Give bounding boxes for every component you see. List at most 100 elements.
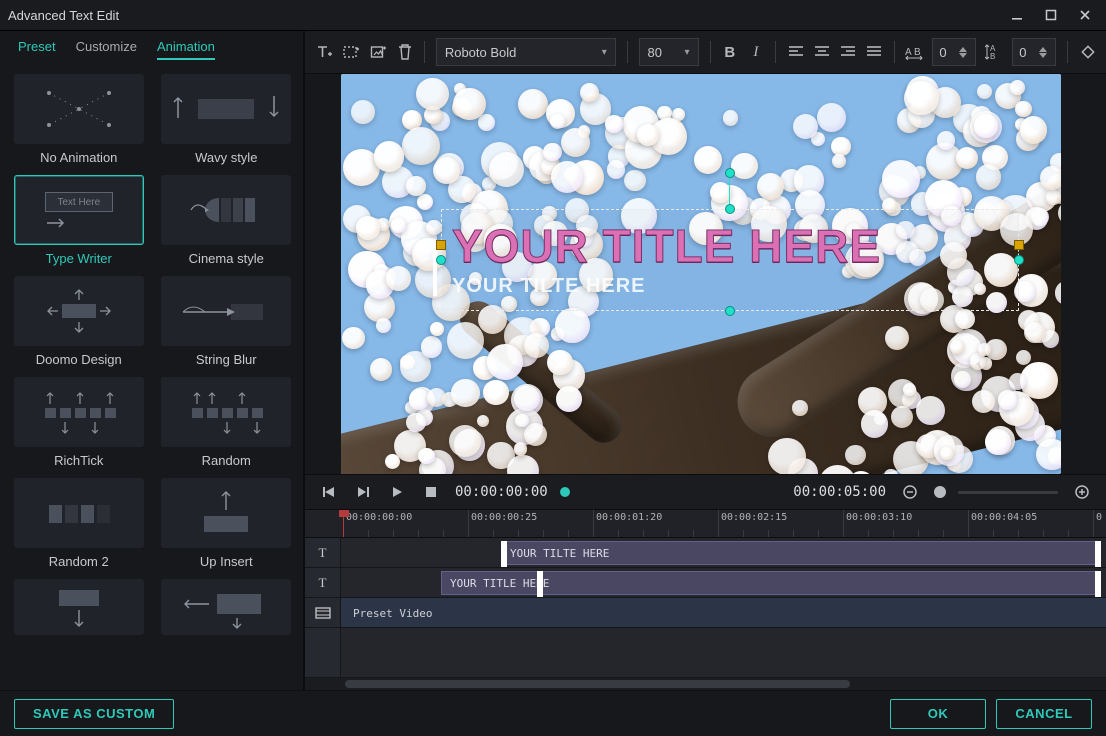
add-textbox-icon[interactable]: [342, 40, 360, 64]
anim-thumb: Text Here: [14, 175, 144, 245]
font-size-select[interactable]: 80 ▾: [639, 38, 699, 66]
align-right-icon[interactable]: [839, 40, 856, 64]
text-toolbar: Roboto Bold ▾ 80 ▾ B I AB 0 AB: [305, 31, 1106, 74]
stepper-icon[interactable]: [1039, 47, 1049, 58]
tracking-value: 0: [939, 45, 946, 60]
font-size-value: 80: [648, 45, 662, 60]
anim-cinema-style[interactable]: Cinema style: [158, 175, 296, 266]
playhead[interactable]: [343, 510, 344, 537]
leading-field[interactable]: 0: [1012, 38, 1056, 66]
title-line-2[interactable]: YOUR TILTE HERE: [452, 275, 1008, 298]
zoom-out-icon[interactable]: [898, 480, 922, 504]
current-time: 00:00:00:00: [455, 484, 548, 500]
anim-thumb: [14, 377, 144, 447]
track-preset-video: Preset Video: [305, 598, 1106, 628]
title-textbox[interactable]: YOUR TITLE HERE YOUR TILTE HERE: [441, 209, 1019, 311]
play-reverse-icon[interactable]: [317, 480, 341, 504]
timeline-scrollbar[interactable]: [305, 678, 1106, 690]
track-type-icon[interactable]: T: [305, 538, 341, 567]
clip-handle-left[interactable]: [501, 541, 507, 567]
delete-icon[interactable]: [396, 40, 413, 64]
cancel-button[interactable]: CANCEL: [996, 699, 1092, 729]
anim-label: RichTick: [54, 453, 103, 468]
anim-label: Up Insert: [200, 554, 253, 569]
track-type-icon[interactable]: T: [305, 568, 341, 597]
animation-grid[interactable]: No Animation Wavy style Text Here: [0, 68, 303, 690]
ok-button[interactable]: OK: [890, 699, 986, 729]
minimize-button[interactable]: [1004, 4, 1030, 26]
align-center-icon[interactable]: [813, 40, 830, 64]
clip-label: Preset Video: [353, 607, 432, 620]
resize-handle-left[interactable]: [436, 255, 446, 265]
anim-richtick[interactable]: RichTick: [10, 377, 148, 468]
anim-thumb: [161, 175, 291, 245]
timeline-ruler[interactable]: 00:00:00:0000:00:00:2500:00:01:2000:00:0…: [305, 510, 1106, 538]
scrollbar-thumb[interactable]: [345, 680, 850, 688]
tracking-field[interactable]: 0: [932, 38, 976, 66]
resize-handle-top[interactable]: [725, 204, 735, 214]
anim-extra-2[interactable]: [158, 579, 296, 635]
clip-handle-right[interactable]: [1095, 571, 1101, 597]
track-type-icon[interactable]: [305, 598, 341, 627]
marker-start-icon[interactable]: [560, 487, 570, 497]
tab-customize[interactable]: Customize: [76, 39, 137, 60]
clip-text-2[interactable]: YOUR TITLE HERE: [441, 571, 1101, 595]
anim-extra-1[interactable]: [10, 579, 148, 635]
anim-thumb: [14, 74, 144, 144]
preview-canvas[interactable]: YOUR TITLE HERE YOUR TILTE HERE: [341, 74, 1061, 474]
clip-preset[interactable]: Preset Video: [343, 602, 442, 624]
save-as-custom-button[interactable]: SAVE AS CUSTOM: [14, 699, 174, 729]
stepper-icon[interactable]: [959, 47, 969, 58]
zoom-slider-handle[interactable]: [934, 486, 946, 498]
anim-wavy-style[interactable]: Wavy style: [158, 74, 296, 165]
resize-handle-right[interactable]: [1014, 255, 1024, 265]
font-family-select[interactable]: Roboto Bold ▾: [436, 38, 616, 66]
rotate-handle[interactable]: [725, 168, 735, 178]
bold-button[interactable]: B: [721, 40, 738, 64]
play-icon[interactable]: [385, 480, 409, 504]
anim-label: Cinema style: [189, 251, 264, 266]
clip-text-1[interactable]: YOUR TILTE HERE: [501, 541, 1101, 565]
svg-text:A: A: [905, 47, 912, 58]
italic-button[interactable]: I: [747, 40, 764, 64]
anim-label: Type Writer: [46, 251, 112, 266]
resize-handle-mid-right[interactable]: [1014, 240, 1024, 250]
anim-thumb: [161, 74, 291, 144]
window-title: Advanced Text Edit: [8, 8, 1004, 23]
play-step-icon[interactable]: [351, 480, 375, 504]
ruler-tick-label: 00:00:04:05: [971, 512, 1037, 523]
clip-handle-left[interactable]: [537, 571, 543, 597]
ruler-tick-label: 00:00:03:10: [846, 512, 912, 523]
anim-thumb: [161, 478, 291, 548]
anim-random[interactable]: Random: [158, 377, 296, 468]
duration-time: 00:00:05:00: [793, 484, 886, 500]
tab-preset[interactable]: Preset: [18, 39, 56, 60]
align-left-icon[interactable]: [787, 40, 804, 64]
title-line-1[interactable]: YOUR TITLE HERE: [452, 223, 1008, 269]
zoom-in-icon[interactable]: [1070, 480, 1094, 504]
anim-string-blur[interactable]: String Blur: [158, 276, 296, 367]
stop-icon[interactable]: [419, 480, 443, 504]
close-button[interactable]: [1072, 4, 1098, 26]
add-shape-icon[interactable]: [369, 40, 387, 64]
anim-thumb: [14, 478, 144, 548]
tab-animation[interactable]: Animation: [157, 39, 215, 60]
anim-random-2[interactable]: Random 2: [10, 478, 148, 569]
anim-type-writer[interactable]: Text Here Type Writer: [10, 175, 148, 266]
clip-label: YOUR TILTE HERE: [510, 547, 609, 560]
anim-label: No Animation: [40, 150, 117, 165]
anim-doomo-design[interactable]: Doomo Design: [10, 276, 148, 367]
font-family-value: Roboto Bold: [445, 45, 517, 60]
resize-handle-mid-left[interactable]: [436, 240, 446, 250]
add-text-icon[interactable]: [315, 40, 333, 64]
anim-thumb: [161, 377, 291, 447]
align-justify-icon[interactable]: [866, 40, 883, 64]
resize-handle-bottom[interactable]: [725, 306, 735, 316]
zoom-slider-track[interactable]: [958, 491, 1058, 494]
clip-handle-right[interactable]: [1095, 541, 1101, 567]
anim-no-animation[interactable]: No Animation: [10, 74, 148, 165]
anim-up-insert[interactable]: Up Insert: [158, 478, 296, 569]
clip-label: YOUR TITLE HERE: [450, 577, 549, 590]
maximize-button[interactable]: [1038, 4, 1064, 26]
keyframe-icon[interactable]: [1079, 40, 1096, 64]
